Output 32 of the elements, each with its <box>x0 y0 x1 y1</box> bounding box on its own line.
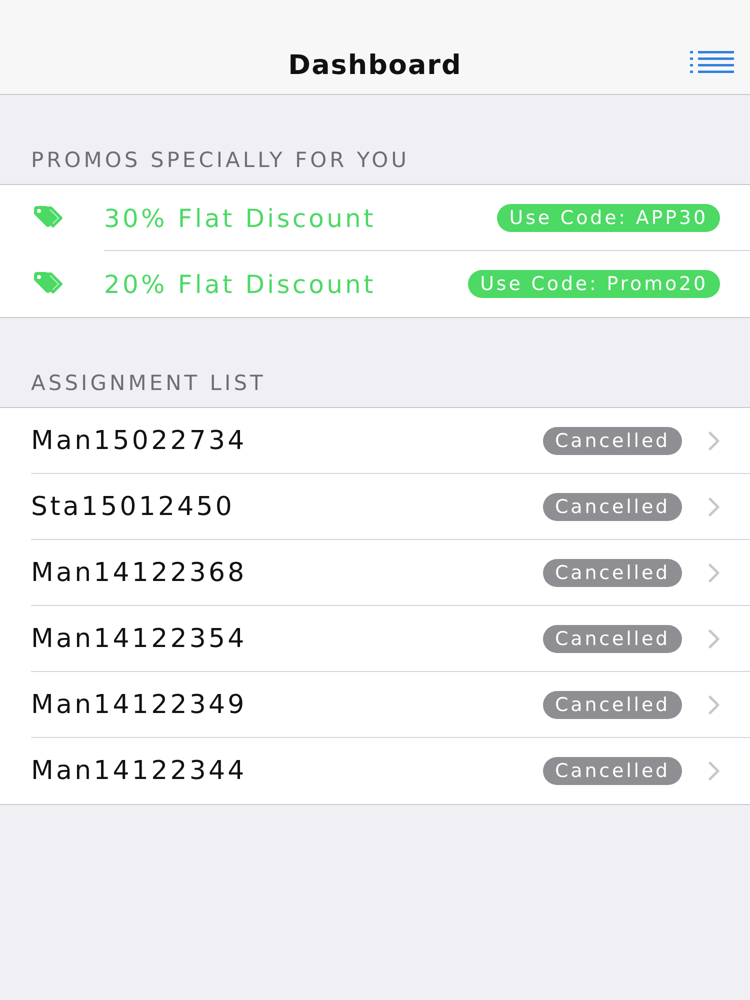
assignment-row[interactable]: Man14122354 Cancelled <box>0 606 750 672</box>
status-badge: Cancelled <box>543 625 682 653</box>
promo-title: 30% Flat Discount <box>104 204 377 232</box>
promo-code-badge: Use Code: APP30 <box>497 204 720 232</box>
status-badge: Cancelled <box>543 757 682 785</box>
chevron-right-icon <box>708 431 720 451</box>
status-badge: Cancelled <box>543 493 682 521</box>
assignment-row[interactable]: Man15022734 Cancelled <box>0 408 750 474</box>
assignment-row[interactable]: Man14122344 Cancelled <box>0 738 750 804</box>
status-badge: Cancelled <box>543 691 682 719</box>
chevron-right-icon <box>708 497 720 517</box>
status-badge: Cancelled <box>543 427 682 455</box>
assignment-id: Man14122349 <box>30 690 248 720</box>
promo-title: 20% Flat Discount <box>104 270 377 298</box>
status-badge: Cancelled <box>543 559 682 587</box>
assignment-id: Man14122344 <box>30 756 248 786</box>
assignment-id: Man14122368 <box>30 558 248 588</box>
chevron-right-icon <box>708 761 720 781</box>
promo-code-badge: Use Code: Promo20 <box>468 270 720 298</box>
assignment-id: Sta15012450 <box>30 492 236 522</box>
chevron-right-icon <box>708 695 720 715</box>
assignment-row[interactable]: Man14122349 Cancelled <box>0 672 750 738</box>
chevron-right-icon <box>708 563 720 583</box>
menu-icon[interactable] <box>690 51 734 73</box>
section-header: PROMOS SPECIALLY FOR YOU <box>31 148 410 172</box>
chevron-right-icon <box>708 629 720 649</box>
assignment-row[interactable]: Man14122368 Cancelled <box>0 540 750 606</box>
assignment-id: Man15022734 <box>30 426 248 456</box>
screen-title: Dashboard <box>288 50 462 80</box>
assignment-row[interactable]: Sta15012450 Cancelled <box>0 474 750 540</box>
section-header: ASSIGNMENT LIST <box>31 371 266 395</box>
assignment-id: Man14122354 <box>30 624 248 654</box>
